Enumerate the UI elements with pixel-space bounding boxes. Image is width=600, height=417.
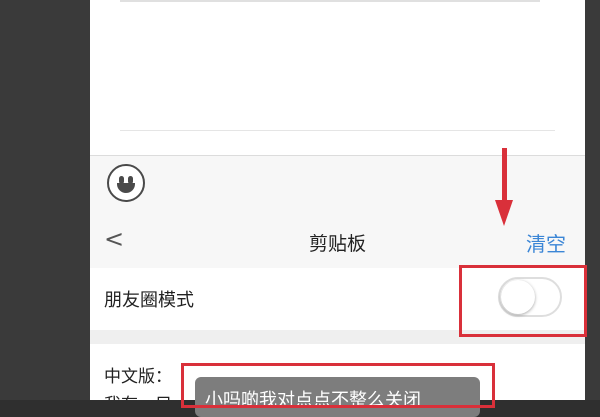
annotation-arrow-head [495,200,513,226]
text-input-area[interactable] [90,0,585,155]
clear-button[interactable]: 清空 [526,228,566,257]
moments-mode-label: 朋友圈模式 [104,290,194,311]
clipboard-title: 剪贴板 [308,233,366,255]
emoji-mouth [117,183,135,193]
input-divider [120,130,555,131]
right-background [585,0,600,400]
content-line-2: 我有一只 [104,390,172,400]
content-line-1: 中文版： [104,367,172,387]
annotation-arrow-shaft [502,148,507,208]
highlight-box-toast [181,363,495,408]
emoji-icon[interactable] [107,164,145,202]
highlight-box-toggle [459,265,587,337]
left-background [0,0,90,400]
truncated-text-line [120,0,540,2]
